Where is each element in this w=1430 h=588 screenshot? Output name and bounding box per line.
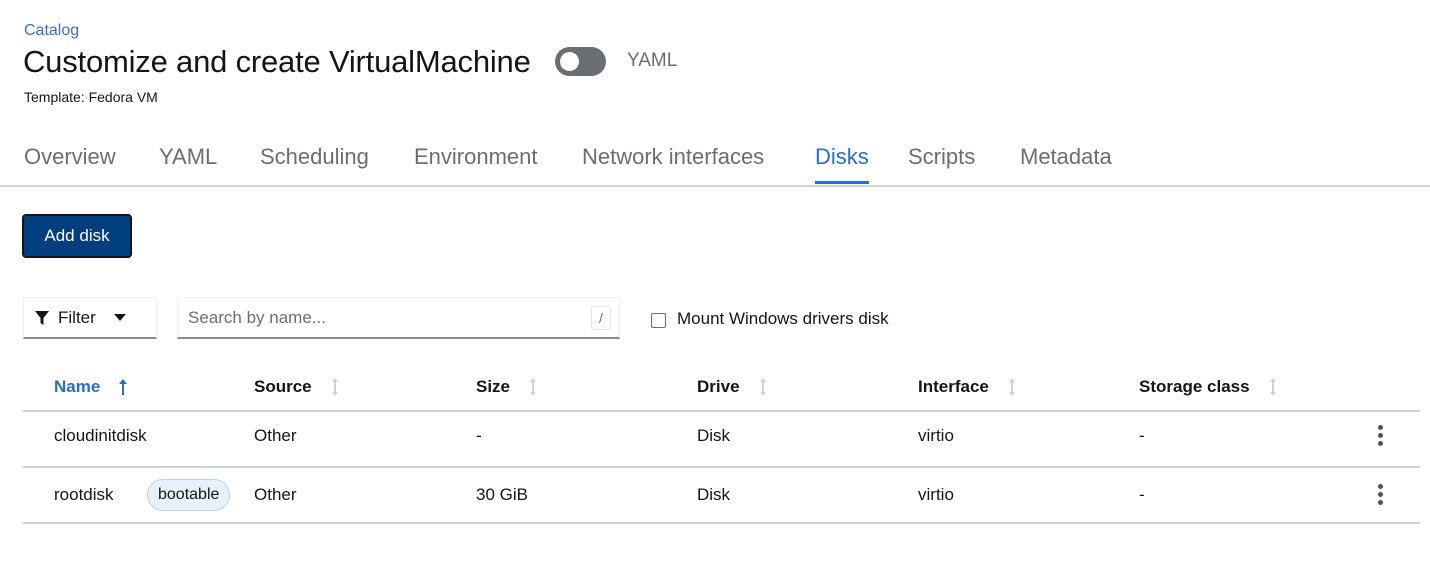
- cell-size: 30 GiB: [476, 485, 528, 504]
- tab-scheduling[interactable]: Scheduling: [260, 144, 369, 170]
- sort-icon: [528, 377, 538, 397]
- filter-label: Filter: [58, 307, 96, 327]
- search-input[interactable]: [178, 298, 590, 338]
- column-header-source[interactable]: Source: [254, 377, 340, 397]
- column-header-label: Source: [254, 377, 312, 396]
- cell-interface: virtio: [918, 485, 954, 504]
- row-divider: [23, 522, 1420, 524]
- cell-interface: virtio: [918, 426, 954, 445]
- sort-icon: [1007, 377, 1017, 397]
- tab-metadata[interactable]: Metadata: [1020, 144, 1112, 170]
- sort-icon: [330, 377, 340, 397]
- column-header-size[interactable]: Size: [476, 377, 538, 397]
- caret-down-icon: [113, 314, 126, 321]
- column-header-label: Name: [54, 377, 101, 396]
- bootable-label: bootable: [147, 479, 231, 511]
- add-disk-button[interactable]: Add disk: [22, 214, 132, 258]
- page-title: Customize and create VirtualMachine: [23, 44, 531, 79]
- column-header-interface[interactable]: Interface: [918, 377, 1017, 397]
- tab-scripts[interactable]: Scripts: [908, 144, 975, 170]
- column-header-storage-class[interactable]: Storage class: [1139, 377, 1278, 397]
- sort-icon: [1268, 377, 1278, 397]
- sort-ascending-icon: [118, 378, 128, 396]
- column-header-drive[interactable]: Drive: [697, 377, 768, 397]
- tab-environment[interactable]: Environment: [414, 144, 538, 170]
- column-header-label: Size: [476, 377, 511, 396]
- table-header-divider: [23, 410, 1420, 412]
- tab-yaml[interactable]: YAML: [159, 144, 217, 170]
- breadcrumb-catalog-link[interactable]: Catalog: [24, 22, 79, 40]
- column-header-label: Storage class: [1139, 377, 1250, 396]
- sort-icon: [758, 377, 768, 397]
- cell-name: cloudinitdisk: [54, 426, 147, 445]
- row-divider: [23, 466, 1420, 468]
- cell-source: Other: [254, 426, 297, 445]
- column-header-name[interactable]: Name: [54, 377, 128, 397]
- tab-overview[interactable]: Overview: [24, 144, 116, 170]
- column-header-label: Interface: [918, 377, 989, 396]
- yaml-toggle-label: YAML: [627, 50, 678, 71]
- cell-drive: Disk: [697, 485, 731, 504]
- row-actions-kebab-icon[interactable]: [1370, 423, 1390, 447]
- cell-storage-class: -: [1139, 426, 1145, 445]
- tab-bar: Overview YAML Scheduling Environment Net…: [0, 130, 1430, 187]
- tab-disks[interactable]: Disks: [815, 144, 869, 184]
- mount-windows-drivers-checkbox[interactable]: [651, 313, 666, 328]
- filter-icon: [35, 310, 49, 325]
- column-header-label: Drive: [697, 377, 740, 396]
- tab-network-interfaces[interactable]: Network interfaces: [582, 144, 764, 170]
- filter-dropdown[interactable]: Filter: [23, 297, 157, 339]
- keyboard-shortcut-hint: /: [591, 306, 611, 330]
- cell-source: Other: [254, 485, 297, 504]
- search-box: /: [177, 297, 620, 339]
- yaml-toggle[interactable]: [555, 47, 606, 76]
- cell-name: rootdisk: [54, 485, 114, 504]
- row-actions-kebab-icon[interactable]: [1370, 482, 1390, 506]
- mount-windows-drivers-label[interactable]: Mount Windows drivers disk: [677, 309, 889, 329]
- toggle-knob: [560, 52, 579, 71]
- cell-storage-class: -: [1139, 485, 1145, 504]
- template-subtitle: Template: Fedora VM: [24, 89, 158, 105]
- cell-drive: Disk: [697, 426, 731, 445]
- cell-size: -: [476, 426, 482, 445]
